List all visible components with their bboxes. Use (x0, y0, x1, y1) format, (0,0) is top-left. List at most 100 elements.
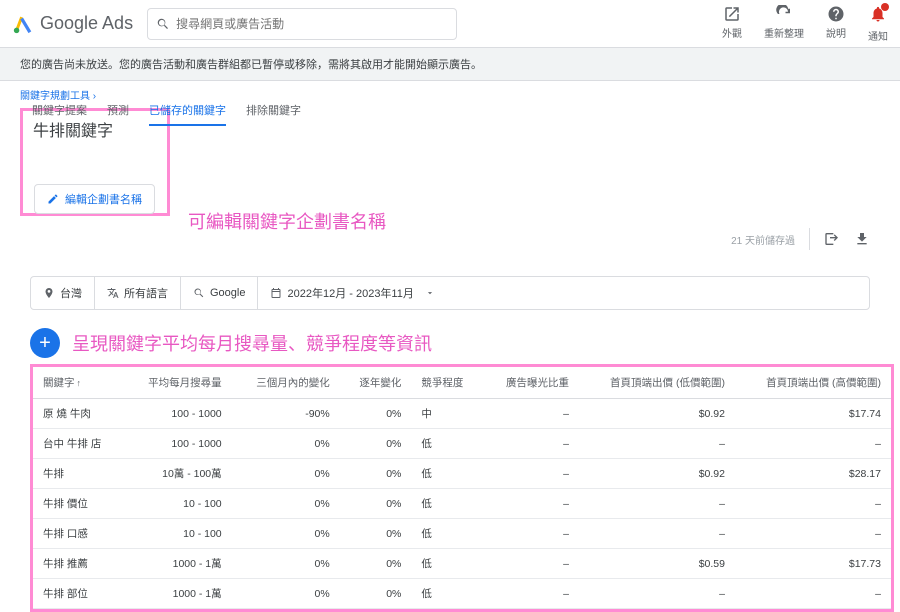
filter-bar: 台灣 所有語言 Google 2022年12月 - 2023年11月 (30, 276, 870, 310)
app-header: Google Ads 外觀 重新整理 說明 通知 (0, 0, 900, 48)
cell-yoy: 0% (340, 579, 412, 609)
cell-m3: 0% (232, 489, 340, 519)
search-input[interactable] (176, 17, 448, 31)
cell-yoy: 0% (340, 429, 412, 459)
alert-banner: 您的廣告尚未放送。您的廣告活動和廣告群組都已暫停或移除，需將其啟用才能開始顯示廣… (0, 48, 900, 81)
cell-high: $28.17 (735, 459, 891, 489)
cell-m3: 0% (232, 429, 340, 459)
cell-low: – (579, 489, 735, 519)
table-row[interactable]: 牛排10萬 - 100萬0%0%低–$0.92$28.17 (33, 459, 891, 489)
table-row[interactable]: 牛排 價位10 - 1000%0%低––– (33, 489, 891, 519)
cell-keyword: 牛排 部位 (33, 579, 124, 609)
col-top-bid-low[interactable]: 首頁頂端出價 (低價範圍) (579, 367, 735, 399)
location-icon (43, 287, 55, 299)
search-box[interactable] (147, 8, 457, 40)
cell-high: – (735, 429, 891, 459)
cell-impr: – (483, 399, 579, 429)
cell-m3: 0% (232, 519, 340, 549)
cell-keyword: 台中 牛排 店 (33, 429, 124, 459)
external-icon (723, 5, 741, 23)
table-row[interactable]: 牛排 部位1000 - 1萬0%0%低––– (33, 579, 891, 609)
cell-avg: 10 - 100 (124, 519, 232, 549)
tab-forecast[interactable]: 預測 (107, 102, 129, 126)
download-icon[interactable] (854, 231, 870, 247)
cell-impr: – (483, 519, 579, 549)
cell-impr: – (483, 429, 579, 459)
table-row[interactable]: 台中 牛排 店100 - 10000%0%低––– (33, 429, 891, 459)
table-row[interactable]: 原 燒 牛肉100 - 1000-90%0%中–$0.92$17.74 (33, 399, 891, 429)
cell-comp: 低 (411, 519, 483, 549)
product-name: Google Ads (40, 13, 133, 34)
col-top-bid-high[interactable]: 首頁頂端出價 (高價範圍) (735, 367, 891, 399)
product-logo[interactable]: Google Ads (12, 13, 133, 35)
saved-time: 21 天前儲存過 (731, 232, 795, 247)
tab-keyword-ideas[interactable]: 關鍵字提案 (32, 102, 87, 126)
cell-keyword: 牛排 推薦 (33, 549, 124, 579)
cell-low: – (579, 579, 735, 609)
google-ads-icon (12, 13, 34, 35)
cell-yoy: 0% (340, 399, 412, 429)
cell-m3: 0% (232, 549, 340, 579)
cell-avg: 10萬 - 100萬 (124, 459, 232, 489)
cell-low: – (579, 429, 735, 459)
pencil-icon (47, 193, 59, 205)
cell-low: – (579, 519, 735, 549)
filter-language[interactable]: 所有語言 (95, 277, 181, 309)
help-action[interactable]: 說明 (826, 5, 846, 43)
cell-low: $0.92 (579, 459, 735, 489)
edit-plan-name-button[interactable]: 編輯企劃書名稱 (34, 184, 155, 214)
cell-high: – (735, 489, 891, 519)
breadcrumb[interactable]: 關鍵字規劃工具 › (0, 81, 900, 104)
keyword-table: 關鍵字↑ 平均每月搜尋量 三個月內的變化 逐年變化 競爭程度 廣告曝光比重 首頁… (33, 367, 891, 609)
tab-saved-keywords[interactable]: 已儲存的關鍵字 (149, 102, 226, 126)
language-icon (107, 287, 119, 299)
cell-comp: 低 (411, 579, 483, 609)
cell-keyword: 原 燒 牛肉 (33, 399, 124, 429)
cell-impr: – (483, 579, 579, 609)
search-icon (156, 17, 170, 31)
bell-icon (869, 5, 887, 23)
search-network-icon (193, 287, 205, 299)
add-keyword-button[interactable]: + (30, 328, 60, 358)
refresh-action[interactable]: 重新整理 (764, 5, 804, 43)
cell-m3: -90% (232, 399, 340, 429)
filter-location[interactable]: 台灣 (31, 277, 95, 309)
help-icon (827, 5, 845, 23)
appearance-action[interactable]: 外觀 (722, 5, 742, 43)
header-actions: 外觀 重新整理 說明 通知 (722, 5, 888, 43)
cell-comp: 低 (411, 429, 483, 459)
col-keyword[interactable]: 關鍵字↑ (33, 367, 124, 399)
cell-high: $17.73 (735, 549, 891, 579)
annotation-table-info: 呈現關鍵字平均每月搜尋量、競爭程度等資訊 (72, 330, 432, 356)
notifications-action[interactable]: 通知 (868, 5, 888, 43)
chevron-down-icon (425, 288, 435, 298)
refresh-icon (775, 5, 793, 23)
col-impression-share[interactable]: 廣告曝光比重 (483, 367, 579, 399)
table-row[interactable]: 牛排 推薦1000 - 1萬0%0%低–$0.59$17.73 (33, 549, 891, 579)
cell-high: – (735, 519, 891, 549)
tab-negative-keywords[interactable]: 排除關鍵字 (246, 102, 301, 126)
table-row[interactable]: 牛排 口感10 - 1000%0%低––– (33, 519, 891, 549)
col-avg-searches[interactable]: 平均每月搜尋量 (124, 367, 232, 399)
cell-impr: – (483, 459, 579, 489)
cell-comp: 低 (411, 459, 483, 489)
cell-avg: 100 - 1000 (124, 429, 232, 459)
cell-low: $0.92 (579, 399, 735, 429)
filter-network[interactable]: Google (181, 277, 258, 309)
share-icon[interactable] (824, 231, 840, 247)
col-yoy-change[interactable]: 逐年變化 (340, 367, 412, 399)
annotation-title-edit: 可編輯關鍵字企劃書名稱 (188, 208, 386, 234)
cell-avg: 100 - 1000 (124, 399, 232, 429)
col-competition[interactable]: 競爭程度 (411, 367, 483, 399)
plan-meta: 21 天前儲存過 (731, 228, 870, 250)
cell-keyword: 牛排 口感 (33, 519, 124, 549)
col-3m-change[interactable]: 三個月內的變化 (232, 367, 340, 399)
filter-date-range[interactable]: 2022年12月 - 2023年11月 (258, 277, 446, 309)
cell-keyword: 牛排 價位 (33, 489, 124, 519)
calendar-icon (270, 287, 282, 299)
cell-high: – (735, 579, 891, 609)
cell-low: $0.59 (579, 549, 735, 579)
cell-comp: 低 (411, 489, 483, 519)
cell-yoy: 0% (340, 549, 412, 579)
cell-avg: 1000 - 1萬 (124, 579, 232, 609)
